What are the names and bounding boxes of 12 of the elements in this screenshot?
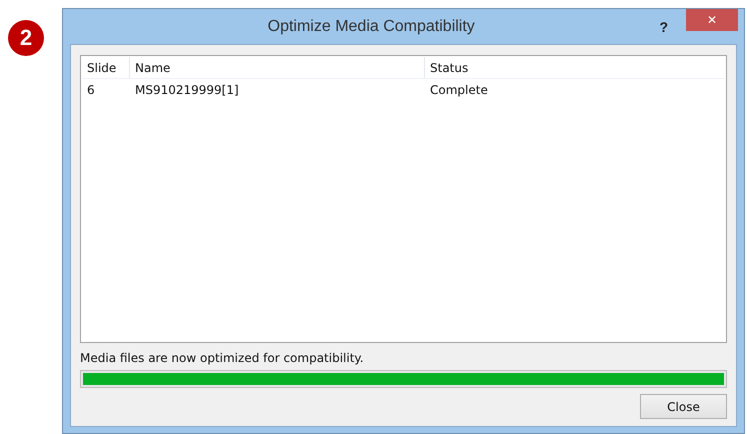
step-badge: 2: [8, 20, 44, 56]
window-title: Optimize Media Compatibility: [266, 18, 476, 36]
close-dialog-button[interactable]: Close: [640, 394, 727, 419]
table-cell-text: MS910219999[1]: [134, 82, 240, 96]
table-cell-text: 6: [86, 82, 96, 96]
help-button[interactable]: ?: [659, 18, 668, 34]
column-header[interactable]: Name: [130, 57, 425, 78]
column-header[interactable]: Slide: [82, 57, 130, 78]
column-header[interactable]: Status: [425, 57, 725, 78]
status-message: Media files are now optimized for compatibility.: [80, 351, 365, 365]
close-button[interactable]: ✕: [686, 9, 738, 31]
table-cell-text: Complete: [429, 82, 489, 96]
